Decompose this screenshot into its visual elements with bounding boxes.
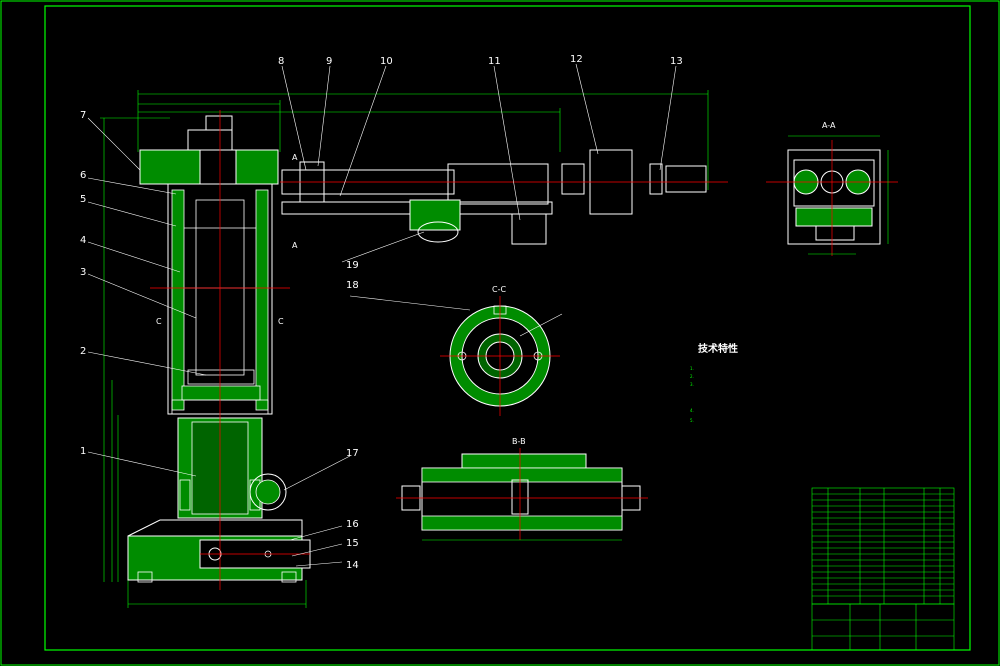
part-label-7: 7	[80, 110, 86, 121]
part-label-11: 11	[488, 56, 501, 67]
section-a-top: A	[292, 153, 298, 162]
part-label-17: 17	[346, 448, 359, 459]
tech-note-2: 2.	[690, 374, 694, 379]
tech-note-3: 3.	[690, 382, 694, 387]
part-label-9: 9	[326, 56, 332, 67]
part-label-6: 6	[80, 170, 86, 181]
section-c-left: C	[156, 317, 162, 326]
part-label-10: 10	[380, 56, 393, 67]
view-bb: B-B	[396, 437, 648, 541]
part-label-13: 13	[670, 56, 683, 67]
top-cap-block	[139, 115, 279, 191]
arm-assembly	[281, 149, 707, 245]
part-label-1: 1	[80, 446, 86, 457]
base-assembly	[127, 519, 311, 583]
tech-note-6: 4.	[690, 408, 694, 413]
part-label-12: 12	[570, 54, 583, 65]
part-label-4: 4	[80, 235, 86, 246]
part-label-3: 3	[80, 267, 86, 278]
section-c-right: C	[278, 317, 284, 326]
lower-column	[177, 417, 287, 519]
tech-title: 技术特性	[698, 342, 738, 355]
view-cc-label: C-C	[492, 285, 506, 294]
part-label-18: 18	[346, 280, 359, 291]
part-label-2: 2	[80, 346, 86, 357]
view-cc: C-C	[440, 285, 563, 416]
part-label-16: 16	[346, 519, 359, 530]
part-label-5: 5	[80, 194, 86, 205]
title-block	[811, 487, 955, 651]
tech-note-7: 5.	[690, 418, 694, 423]
drawing-canvas: A A C C 7 6 5 4 3 2 1 8 9 10 11 12 13 14…	[0, 0, 1000, 666]
view-aa-label: A-A	[822, 121, 836, 130]
part-label-19: 19	[346, 260, 359, 271]
section-a-bottom: A	[292, 241, 298, 250]
part-label-14: 14	[346, 560, 359, 571]
tech-note-1: 1.	[690, 366, 694, 371]
view-bb-label: B-B	[512, 437, 526, 446]
part-label-15: 15	[346, 538, 359, 549]
part-label-8: 8	[278, 56, 284, 67]
view-aa: A-A	[766, 121, 898, 256]
main-view: A A C C 7 6 5 4 3 2 1 8 9 10 11 12 13 14…	[80, 54, 728, 608]
technical-requirements: 技术特性 1. 2. 3. 4. 5.	[690, 342, 738, 423]
